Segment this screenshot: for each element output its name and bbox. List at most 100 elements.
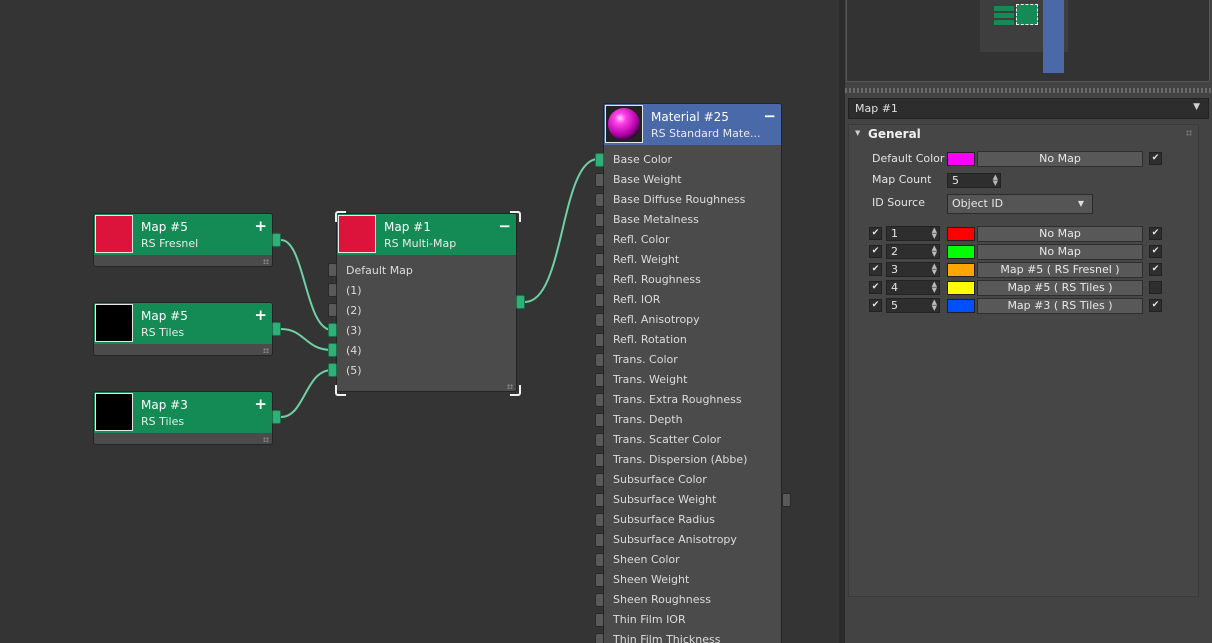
resize-grip-icon[interactable] <box>263 259 269 264</box>
node-map5-fresnel[interactable]: Map #5 RS Fresnel + <box>93 213 273 267</box>
id-color-swatch[interactable] <box>947 227 975 241</box>
id-source-dropdown[interactable]: Object ID ▼ <box>947 194 1093 214</box>
id-color-swatch[interactable] <box>947 281 975 295</box>
navigator-view[interactable] <box>846 0 1210 82</box>
rollout-title[interactable]: General <box>868 127 921 141</box>
output-port[interactable] <box>516 295 525 309</box>
spinner-arrows-icon[interactable]: ▲ ▼ <box>932 281 937 294</box>
input-port[interactable] <box>595 233 604 247</box>
expand-icon[interactable]: + <box>254 217 267 235</box>
node-map3-tiles[interactable]: Map #3 RS Tiles + <box>93 391 273 445</box>
node-header[interactable]: Map #1 RS Multi-Map − <box>337 214 516 255</box>
node-header[interactable]: Material #25 RS Standard Mate... − <box>604 104 781 145</box>
node-map5-tiles[interactable]: Map #5 RS Tiles + <box>93 302 273 356</box>
id-color-swatch[interactable] <box>947 245 975 259</box>
input-port-2[interactable] <box>328 303 337 317</box>
input-port[interactable] <box>595 633 604 643</box>
id-spinner[interactable]: 2 ▲ ▼ <box>886 244 940 259</box>
panel-splitter[interactable] <box>845 88 1212 93</box>
input-port-5[interactable] <box>328 363 337 377</box>
default-map-button[interactable]: No Map <box>977 151 1143 167</box>
input-port[interactable] <box>595 453 604 467</box>
input-port[interactable] <box>595 333 604 347</box>
input-port[interactable] <box>595 353 604 367</box>
input-port-default-map[interactable] <box>328 263 337 277</box>
slot-label: Thin Film IOR <box>613 613 686 626</box>
input-port[interactable] <box>595 193 604 207</box>
input-port[interactable] <box>595 293 604 307</box>
spinner-arrows-icon[interactable]: ▲ ▼ <box>932 245 937 258</box>
id-spinner[interactable]: 4 ▲ ▼ <box>886 280 940 295</box>
enable-checkbox[interactable]: ✔ <box>869 299 882 312</box>
rollout-collapse-icon[interactable]: ▼ <box>855 129 860 137</box>
id-spinner[interactable]: 3 ▲ ▼ <box>886 262 940 277</box>
enable-checkbox[interactable]: ✔ <box>869 263 882 276</box>
input-port[interactable] <box>595 473 604 487</box>
input-port[interactable] <box>595 213 604 227</box>
enable-checkbox[interactable]: ✔ <box>869 245 882 258</box>
spinner-arrows-icon[interactable]: ▲ ▼ <box>932 227 937 240</box>
input-port[interactable] <box>595 553 604 567</box>
input-port-1[interactable] <box>328 283 337 297</box>
enable-checkbox[interactable]: ✔ <box>869 281 882 294</box>
use-map-checkbox[interactable]: ✔ <box>1149 245 1162 258</box>
expand-icon[interactable]: + <box>254 306 267 324</box>
input-port[interactable] <box>595 253 604 267</box>
output-port[interactable] <box>272 322 281 336</box>
spinner-arrows-icon[interactable]: ▲ ▼ <box>932 299 937 312</box>
input-port[interactable] <box>595 373 604 387</box>
slot-label: Thin Film Thickness <box>613 633 721 643</box>
input-port-4[interactable] <box>328 343 337 357</box>
output-port[interactable] <box>782 493 791 507</box>
node-header[interactable]: Map #3 RS Tiles + <box>94 392 272 433</box>
node-selector-dropdown[interactable]: Map #1 ▼ <box>848 98 1209 119</box>
id-spinner[interactable]: 5 ▲ ▼ <box>886 298 940 313</box>
input-port[interactable] <box>595 613 604 627</box>
input-port[interactable] <box>595 433 604 447</box>
input-port[interactable] <box>595 413 604 427</box>
navigator-map-node <box>994 13 1014 18</box>
input-port[interactable] <box>595 533 604 547</box>
resize-grip-icon[interactable] <box>263 348 269 353</box>
node-material25[interactable]: Material #25 RS Standard Mate... − Base … <box>603 103 782 643</box>
use-map-checkbox[interactable]: ✔ <box>1149 263 1162 276</box>
enable-checkbox[interactable]: ✔ <box>869 227 882 240</box>
default-color-swatch[interactable] <box>947 152 975 166</box>
resize-grip-icon[interactable] <box>263 437 269 442</box>
default-map-checkbox[interactable]: ✔ <box>1149 152 1162 165</box>
map-slot-button[interactable]: Map #5 ( RS Tiles ) <box>977 280 1143 296</box>
spinner-arrows-icon[interactable]: ▲ ▼ <box>993 174 998 187</box>
input-port[interactable] <box>595 153 604 167</box>
collapse-icon[interactable]: − <box>763 107 776 125</box>
input-port[interactable] <box>595 513 604 527</box>
node-editor-canvas[interactable]: Map #5 RS Fresnel + Map #5 RS Tiles + Ma… <box>0 0 839 643</box>
input-port[interactable] <box>595 273 604 287</box>
use-map-checkbox[interactable]: ✔ <box>1149 299 1162 312</box>
input-port[interactable] <box>595 173 604 187</box>
node-map1-multimap[interactable]: Map #1 RS Multi-Map − Default Map (1) (2… <box>336 213 517 392</box>
id-color-swatch[interactable] <box>947 263 975 277</box>
map-count-spinner[interactable]: 5 ▲ ▼ <box>947 173 1001 188</box>
use-map-checkbox[interactable]: ✔ <box>1149 227 1162 240</box>
node-subtitle: RS Tiles <box>141 326 185 339</box>
rollout-grip-icon <box>1186 130 1192 136</box>
input-port[interactable] <box>595 313 604 327</box>
expand-icon[interactable]: + <box>254 395 267 413</box>
spinner-arrows-icon[interactable]: ▲ ▼ <box>932 263 937 276</box>
id-spinner[interactable]: 1 ▲ ▼ <box>886 226 940 241</box>
map-slot-button[interactable]: Map #5 ( RS Fresnel ) <box>977 262 1143 278</box>
map-slot-button[interactable]: No Map <box>977 244 1143 260</box>
input-port[interactable] <box>595 393 604 407</box>
input-port[interactable] <box>595 593 604 607</box>
output-port[interactable] <box>272 410 281 424</box>
input-port-3[interactable] <box>328 323 337 337</box>
output-port[interactable] <box>272 233 281 247</box>
input-port[interactable] <box>595 573 604 587</box>
node-header[interactable]: Map #5 RS Tiles + <box>94 303 272 344</box>
use-map-checkbox[interactable] <box>1149 281 1162 294</box>
id-color-swatch[interactable] <box>947 299 975 313</box>
node-header[interactable]: Map #5 RS Fresnel + <box>94 214 272 255</box>
map-slot-button[interactable]: No Map <box>977 226 1143 242</box>
input-port[interactable] <box>595 493 604 507</box>
map-slot-button[interactable]: Map #3 ( RS Tiles ) <box>977 298 1143 314</box>
